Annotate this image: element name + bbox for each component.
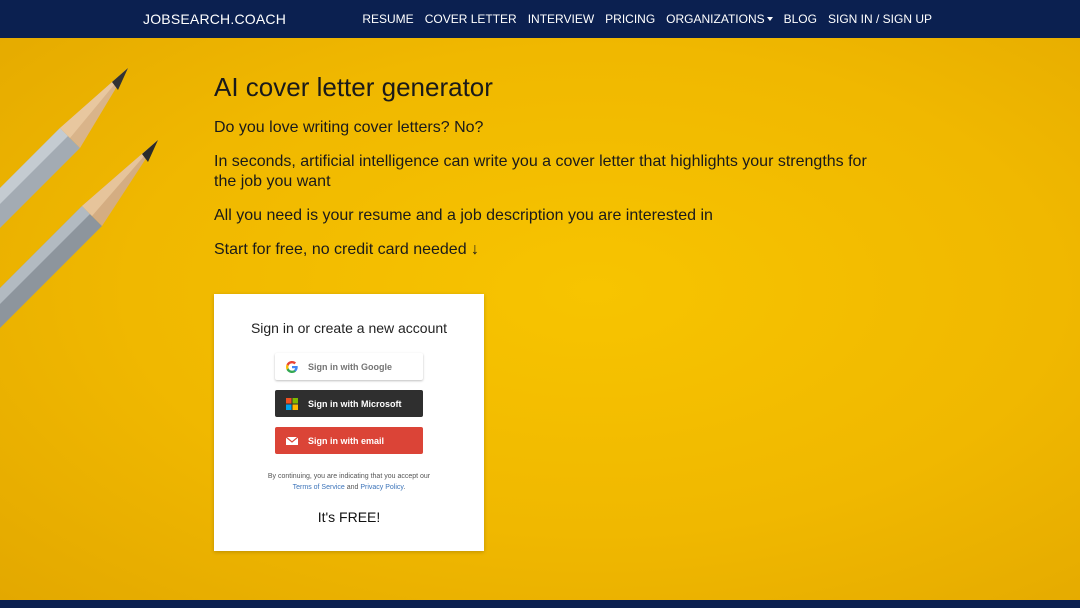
nav-blog[interactable]: BLOG — [784, 12, 817, 26]
hero-content: AI cover letter generator Do you love wr… — [214, 70, 874, 274]
nav-pricing[interactable]: PRICING — [605, 12, 655, 26]
google-button-label: Sign in with Google — [308, 361, 392, 372]
hero-line-1: Do you love writing cover letters? No? — [214, 119, 484, 136]
terms-notice: By continuing, you are indicating that y… — [234, 471, 464, 493]
top-navbar: JOBSEARCH.COACH RESUME COVER LETTER INTE… — [0, 0, 1080, 38]
page-title: AI cover letter generator — [214, 72, 493, 102]
free-label: It's FREE! — [317, 509, 381, 525]
terms-of-service-link[interactable]: Terms of Service — [293, 484, 345, 491]
nav-links: RESUME COVER LETTER INTERVIEW PRICING OR… — [351, 12, 932, 26]
nav-interview[interactable]: INTERVIEW — [528, 12, 594, 26]
mail-icon — [286, 436, 298, 445]
brand-logo-link[interactable]: JOBSEARCH.COACH — [143, 11, 286, 27]
google-logo-icon — [286, 360, 298, 373]
nav-resume[interactable]: RESUME — [362, 12, 413, 26]
hero-line-3: All you need is your resume and a job de… — [214, 207, 713, 224]
pencils-illustration — [0, 68, 158, 328]
hero-section: AI cover letter generator Do you love wr… — [0, 38, 1080, 600]
terms-suffix: . — [403, 484, 406, 491]
nav-sign-in-sign-up[interactable]: SIGN IN / SIGN UP — [828, 12, 932, 26]
footer-bar — [0, 600, 1080, 608]
microsoft-logo-icon — [286, 397, 298, 410]
signin-title: Sign in or create a new account — [250, 320, 448, 336]
privacy-policy-link[interactable]: Privacy Policy — [360, 484, 403, 491]
microsoft-button-label: Sign in with Microsoft — [308, 398, 402, 409]
nav-organizations-dropdown[interactable]: ORGANIZATIONS — [666, 12, 773, 26]
sign-in-google-button[interactable]: Sign in with Google — [275, 353, 423, 380]
sign-in-email-button[interactable]: Sign in with email — [275, 427, 423, 454]
terms-prefix: By continuing, you are indicating that y… — [267, 473, 431, 480]
signin-card: Sign in or create a new account Sign in … — [214, 294, 484, 551]
caret-down-icon — [766, 17, 773, 21]
nav-cover-letter[interactable]: COVER LETTER — [425, 12, 517, 26]
hero-line-2: In seconds, artificial intelligence can … — [214, 153, 867, 190]
email-button-label: Sign in with email — [308, 435, 385, 446]
nav-organizations-label: ORGANIZATIONS — [666, 12, 765, 26]
sign-in-microsoft-button[interactable]: Sign in with Microsoft — [275, 390, 423, 417]
terms-and: and — [346, 484, 359, 491]
hero-line-4: Start for free, no credit card needed ↓ — [214, 241, 480, 258]
